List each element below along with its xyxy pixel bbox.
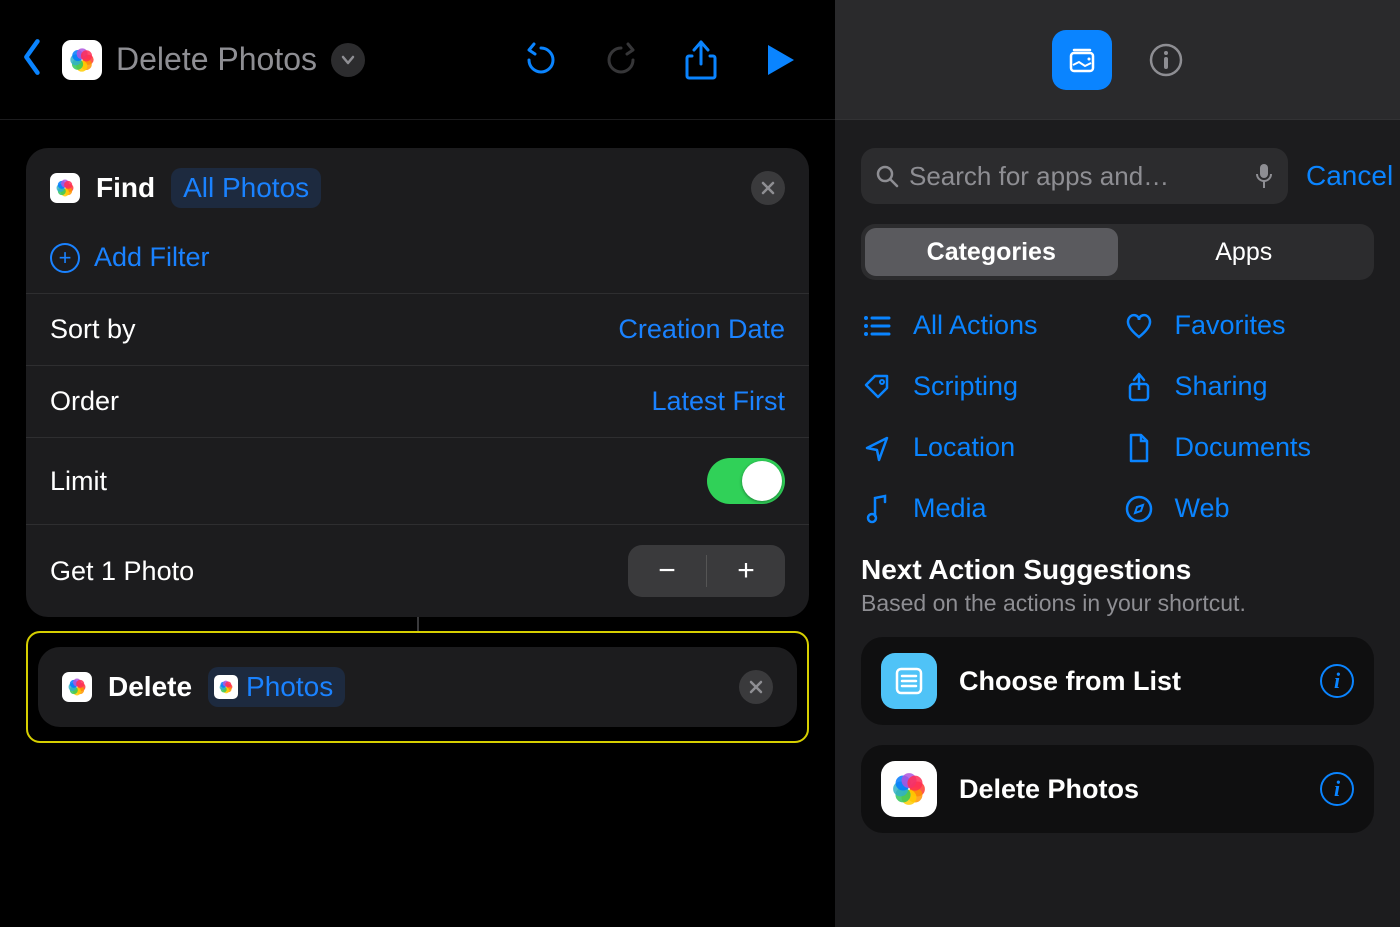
category-media[interactable]: Media [861,493,1113,524]
shortcut-title[interactable]: Delete Photos [116,41,317,78]
action-parameter[interactable]: Photos [208,667,345,707]
action-parameter-label: Photos [246,671,333,703]
action-library-pane: Cancel Categories Apps All Actions Favor… [835,0,1400,927]
suggestion-label: Delete Photos [959,774,1298,805]
category-documents[interactable]: Documents [1123,432,1375,463]
remove-action-button[interactable] [739,670,773,704]
suggestions-subtitle: Based on the actions in your shortcut. [835,586,1400,637]
category-scripting[interactable]: Scripting [861,371,1113,402]
tag-icon [861,373,893,401]
action-verb: Find [96,172,155,204]
category-web[interactable]: Web [1123,493,1375,524]
suggestion-delete-photos[interactable]: Delete Photos i [861,745,1374,833]
get-count-label: Get 1 Photo [50,556,194,587]
back-button[interactable] [18,38,48,81]
category-favorites[interactable]: Favorites [1123,310,1375,341]
photos-app-icon [62,672,92,702]
add-filter-button[interactable]: + Add Filter [26,228,809,293]
count-stepper: − + [628,545,785,597]
editor-header: Delete Photos [0,0,835,120]
suggestion-info-button[interactable]: i [1320,664,1354,698]
order-row[interactable]: Order Latest First [26,365,809,437]
location-arrow-icon [861,434,893,462]
action-find-photos: Find All Photos + Add Filter Sort by Cre… [26,148,809,617]
list-bullet-icon [861,314,893,338]
music-note-icon [861,494,893,524]
category-label: Web [1175,493,1230,524]
order-label: Order [50,386,119,417]
sort-by-label: Sort by [50,314,136,345]
limit-row: Limit [26,437,809,524]
suggestion-info-button[interactable]: i [1320,772,1354,806]
category-label: All Actions [913,310,1038,341]
action-parameter[interactable]: All Photos [171,168,321,208]
category-label: Sharing [1175,371,1268,402]
info-tab-button[interactable] [1148,42,1184,78]
compass-icon [1123,495,1155,523]
category-label: Documents [1175,432,1312,463]
limit-label: Limit [50,466,107,497]
dictation-icon[interactable] [1254,162,1274,190]
shortcut-menu-button[interactable] [331,43,365,77]
redo-button[interactable] [603,42,639,78]
order-value: Latest First [651,386,785,417]
category-label: Scripting [913,371,1018,402]
plus-circle-icon: + [50,243,80,273]
action-verb: Delete [108,671,192,703]
category-apps-segmented: Categories Apps [861,224,1374,280]
editor-pane: Delete Photos [0,0,835,927]
category-sharing[interactable]: Sharing [1123,371,1375,402]
sort-by-value: Creation Date [618,314,785,345]
photos-app-icon [214,675,238,699]
heart-icon [1123,313,1155,339]
document-icon [1123,433,1155,463]
remove-action-button[interactable] [751,171,785,205]
undo-button[interactable] [523,42,559,78]
photos-app-icon [881,761,937,817]
suggestion-choose-from-list[interactable]: Choose from List i [861,637,1374,725]
get-count-row: Get 1 Photo − + [26,524,809,617]
stepper-increment[interactable]: + [707,545,785,597]
library-tab-button[interactable] [1052,30,1112,90]
suggestions-title: Next Action Suggestions [835,554,1400,586]
run-button[interactable] [763,42,799,78]
segment-apps[interactable]: Apps [1118,228,1371,276]
search-input[interactable] [909,161,1244,192]
category-label: Media [913,493,987,524]
search-icon [875,164,899,188]
stepper-decrement[interactable]: − [628,545,706,597]
category-grid: All Actions Favorites Scripting Sharing … [835,306,1400,554]
category-location[interactable]: Location [861,432,1113,463]
action-search-field[interactable] [861,148,1288,204]
highlighted-action: Delete Photos [26,631,809,743]
category-label: Favorites [1175,310,1286,341]
action-delete-photos: Delete Photos [38,647,797,727]
category-all-actions[interactable]: All Actions [861,310,1113,341]
category-label: Location [913,432,1015,463]
segment-categories[interactable]: Categories [865,228,1118,276]
share-button[interactable] [683,42,719,78]
photos-app-icon [50,173,80,203]
suggestion-label: Choose from List [959,666,1298,697]
sort-by-row[interactable]: Sort by Creation Date [26,293,809,365]
cancel-search-button[interactable]: Cancel [1306,160,1393,192]
limit-toggle[interactable] [707,458,785,504]
library-tabs [835,0,1400,120]
add-filter-label: Add Filter [94,242,210,273]
share-icon [1123,372,1155,402]
photos-app-icon [62,40,102,80]
choose-from-list-icon [881,653,937,709]
